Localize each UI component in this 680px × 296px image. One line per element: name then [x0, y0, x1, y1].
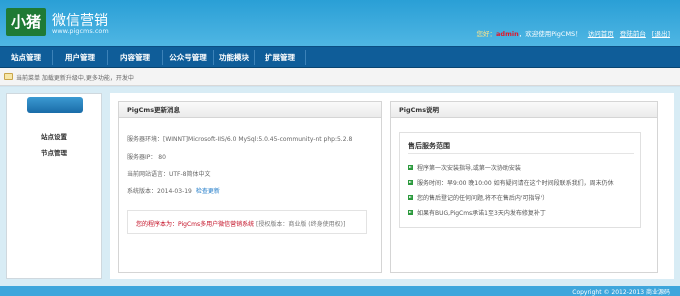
check-update-link[interactable]: 检查更新 — [196, 188, 220, 195]
nav-item-modules[interactable]: 功能模块 — [214, 47, 254, 68]
list-item-text: 如果有BUG,PigCms承诺1至3天内发布修复补丁 — [417, 210, 546, 217]
link-home[interactable]: 访问首页 — [588, 30, 614, 38]
sidebar: 站点设置 节点管理 — [6, 93, 102, 279]
service-panel-title: PigCms说明 — [391, 102, 657, 118]
update-panel: PigCms更新消息 服务器环境：[WINNT]Microsoft-IIS/6.… — [118, 101, 382, 273]
welcome-suffix: ，欢迎使用PigCMS！ — [518, 30, 582, 38]
divider — [408, 153, 634, 154]
footer: Copyright © 2012-2013 商业源码 — [0, 286, 680, 296]
sidebar-header-button[interactable] — [27, 97, 83, 113]
service-box-title: 售后服务范围 — [408, 142, 450, 150]
license-notice: 您的程序本为：PigCms多用户微信营销系统 [授权版本：商业版 (终身使用权)… — [127, 210, 367, 234]
version-text: 系统版本：2014-03-19 — [127, 188, 192, 195]
nav-item-users[interactable]: 用户管理 — [53, 47, 107, 68]
nav-item-extensions[interactable]: 扩展管理 — [255, 47, 305, 68]
server-env: 服务器环境：[WINNT]Microsoft-IIS/6.0 MySql:5.0… — [127, 136, 353, 143]
sidebar-item-site-settings[interactable]: 站点设置 — [7, 131, 101, 141]
service-box: 售后服务范围 程序第一次安装指导,或第一次协助安装 服务时间：早9:00 晚10… — [399, 132, 641, 228]
arrow-icon — [408, 165, 413, 170]
sidebar-item-node-manage[interactable]: 节点管理 — [7, 147, 101, 157]
brand-url: www.pigcms.com — [52, 27, 109, 35]
arrow-icon — [408, 180, 413, 185]
list-item: 如果有BUG,PigCms承诺1至3天内发布修复补丁 — [408, 208, 546, 217]
list-item-text: 服务时间：早9:00 晚10:00 如有疑问请在这个时间段联系我们，周末仍休 — [417, 180, 614, 187]
main-nav: 站点管理 用户管理 内容管理 公众号管理 功能模块 扩展管理 — [0, 46, 680, 68]
welcome-prefix: 您好： — [476, 30, 497, 38]
site-language: 当前网站语言：UTF-8简体中文 — [127, 171, 211, 178]
username: admin — [496, 30, 519, 38]
list-item: 您的售后登记的任何问题,将不在售后内'可指导'） — [408, 193, 548, 202]
nav-item-site[interactable]: 站点管理 — [0, 47, 52, 68]
tip-text: 当前菜单 加载更新升级中,更多功能，开发中 — [16, 75, 134, 82]
folder-icon — [4, 73, 13, 80]
nav-divider — [305, 50, 306, 65]
server-ip: 服务器IP： 80 — [127, 154, 166, 161]
tip-bar: 当前菜单 加载更新升级中,更多功能，开发中 — [0, 68, 680, 86]
system-version: 系统版本：2014-03-19 检查更新 — [127, 186, 220, 195]
arrow-icon — [408, 195, 413, 200]
license-notice-text: 您的程序本为：PigCms多用户微信营销系统 [授权版本：商业版 (终身使用权)… — [136, 219, 345, 228]
link-logout[interactable]: [退出] — [652, 30, 670, 38]
list-item-text: 您的售后登记的任何问题,将不在售后内'可指导'） — [417, 195, 549, 202]
content-frame: 站点设置 节点管理 PigCms更新消息 服务器环境：[WINNT]Micros… — [0, 87, 680, 286]
nav-item-content[interactable]: 内容管理 — [108, 47, 162, 68]
license-notice-red: 您的程序本为：PigCms多用户微信营销系统 — [136, 221, 255, 228]
list-item: 服务时间：早9:00 晚10:00 如有疑问请在这个时间段联系我们，周末仍休 — [408, 178, 614, 187]
service-panel: PigCms说明 售后服务范围 程序第一次安装指导,或第一次协助安装 服务时间：… — [390, 101, 658, 273]
logo[interactable]: 小猪 — [6, 8, 46, 36]
main-area: PigCms更新消息 服务器环境：[WINNT]Microsoft-IIS/6.… — [110, 93, 674, 279]
list-item: 程序第一次安装指导,或第一次协助安装 — [408, 163, 521, 172]
copyright-text: Copyright © 2012-2013 商业源码 — [572, 289, 670, 296]
list-item-text: 程序第一次安装指导,或第一次协助安装 — [417, 165, 521, 172]
link-backend[interactable]: 登陆前台 — [620, 30, 646, 38]
update-panel-title: PigCms更新消息 — [119, 102, 381, 118]
header: 小猪 微信营销 www.pigcms.com 您好：admin，欢迎使用PigC… — [0, 0, 680, 46]
license-notice-gray: [授权版本：商业版 (终身使用权)] — [256, 221, 346, 228]
arrow-icon — [408, 210, 413, 215]
welcome-bar: 您好：admin，欢迎使用PigCMS！ 访问首页 登陆前台 [退出] — [477, 28, 670, 38]
nav-item-accounts[interactable]: 公众号管理 — [163, 47, 213, 68]
